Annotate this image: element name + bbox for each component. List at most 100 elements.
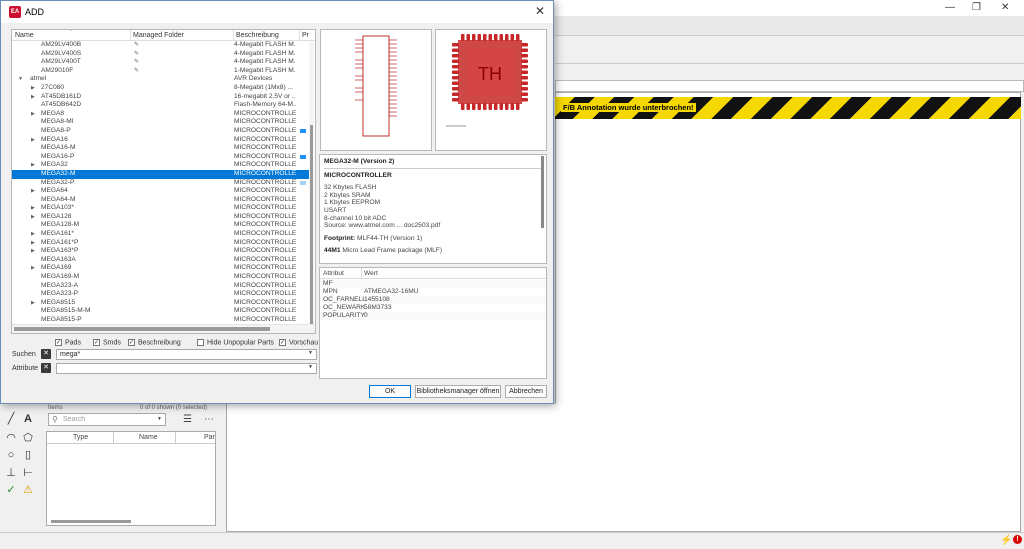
tree-row[interactable]: MEGA32-M MICROCONTROLLER (12, 169, 310, 179)
tree-row[interactable]: AM29LV400T ✎ 4-Megabit FLASH M... (12, 58, 310, 67)
tree-row[interactable]: MEGA323-A MICROCONTROLLER (12, 282, 310, 291)
collapsed-arrow-icon[interactable]: ▶ (31, 93, 35, 102)
attribute-input[interactable]: ▼ (56, 363, 317, 374)
minimize-button[interactable]: — (945, 2, 955, 13)
close-button[interactable]: ✕ (1001, 2, 1009, 13)
tree-row[interactable]: MEGA8515-M-M MICROCONTROLLER (12, 307, 310, 316)
tree-row[interactable]: ▶ MEGA128 MICROCONTROLLER (12, 213, 310, 222)
tree-row[interactable]: ▶ MEGA64 MICROCONTROLLER (12, 187, 310, 196)
text-tool-icon[interactable]: A (21, 412, 35, 426)
collapsed-arrow-icon[interactable]: ▶ (31, 84, 35, 93)
tree-row[interactable]: AT45DB642D Flash-Memory 64-M... (12, 101, 310, 110)
vorschau-checkbox[interactable]: ✓ Vorschau (279, 339, 318, 346)
tree-row[interactable]: MEGA16-P MICROCONTROLLER (12, 153, 310, 162)
list-view-icon[interactable]: ☰ (183, 414, 192, 425)
tree-row[interactable]: AM29LV400S ✎ 4-Megabit FLASH M... (12, 50, 310, 59)
tree-row[interactable]: ▼ atmel AVR Devices (12, 75, 310, 84)
col-type[interactable]: Type (73, 434, 88, 441)
open-library-manager-button[interactable]: Bibliotheksmanager öffnen (415, 385, 501, 398)
rectangle-tool-icon[interactable]: ▯ (21, 448, 35, 462)
beschreibung-checkbox[interactable]: ✓ Beschreibung (128, 339, 181, 346)
tree-row[interactable]: MEGA16-M MICROCONTROLLER (12, 144, 310, 153)
lightning-icon[interactable]: ⚡ (1000, 535, 1012, 546)
tree-row[interactable]: MEGA323-P MICROCONTROLLER (12, 290, 310, 299)
tree-row[interactable]: AM29010F ✎ 1-Megabit FLASH M... (12, 67, 310, 76)
clear-attribute-button[interactable]: ✕ (41, 363, 51, 373)
canvas-lower-part[interactable] (226, 404, 556, 532)
col-name-header[interactable]: Name (15, 32, 34, 39)
collapsed-arrow-icon[interactable]: ▶ (31, 136, 35, 145)
tree-row[interactable]: AM29LV400B ✎ 4-Megabit FLASH M... (12, 41, 310, 50)
tree-row[interactable]: ▶ MEGA32 MICROCONTROLLER (12, 161, 310, 170)
attribute-row[interactable]: OC_FARNELL 1455108 (320, 296, 546, 304)
collapsed-arrow-icon[interactable]: ▶ (31, 239, 35, 248)
polygon-tool-icon[interactable]: ⬠ (21, 431, 35, 445)
attribute-row[interactable]: MPN ATMEGA32-16MU (320, 288, 546, 296)
cancel-button[interactable]: Abbrechen (505, 385, 547, 398)
attribute-row[interactable]: OC_NEWARK 58M3733 (320, 304, 546, 312)
arc-tool-icon[interactable]: ◠ (4, 431, 18, 445)
app-combobox[interactable] (555, 80, 1024, 92)
collapsed-arrow-icon[interactable]: ▶ (31, 110, 35, 119)
more-icon[interactable]: ⋯ (204, 414, 214, 425)
tree-vscroll-thumb[interactable] (310, 125, 313, 333)
measure-tool-icon[interactable]: ⊢ (21, 466, 35, 480)
hide-unpopular-checkbox[interactable]: Hide Unpopular Parts (197, 339, 274, 346)
tree-row[interactable]: MEGA8-MI MICROCONTROLLER (12, 118, 310, 127)
col-name[interactable]: Name (139, 434, 158, 441)
tree-row[interactable]: MEGA163A MICROCONTROLLER (12, 256, 310, 265)
collapsed-arrow-icon[interactable]: ▶ (31, 230, 35, 239)
schematic-canvas[interactable] (555, 92, 1021, 532)
attr-key-header[interactable]: Attribut (323, 270, 344, 277)
line-tool-icon[interactable]: ╱ (4, 412, 18, 426)
tree-row[interactable]: MEGA32-P MICROCONTROLLER (12, 179, 310, 188)
col-par[interactable]: Par (204, 434, 215, 441)
tree-row[interactable]: ▶ MEGA161* MICROCONTROLLER (12, 230, 310, 239)
expanded-arrow-icon[interactable]: ▼ (18, 75, 23, 84)
chevron-down-icon[interactable]: ▼ (308, 364, 313, 370)
collapsed-arrow-icon[interactable]: ▶ (31, 204, 35, 213)
col-description-header[interactable]: Beschreibung (233, 30, 279, 41)
tree-row[interactable]: ▶ AT45DB161D 16-megabit 2.5V or ... (12, 93, 310, 102)
tree-row[interactable]: ▶ MEGA8515 MICROCONTROLLER (12, 299, 310, 308)
tree-row[interactable]: ▶ MEGA161*P MICROCONTROLLER (12, 239, 310, 248)
chevron-down-icon[interactable]: ▼ (308, 350, 313, 356)
collapsed-arrow-icon[interactable]: ▶ (31, 247, 35, 256)
dimension-tool-icon[interactable]: ⊥ (4, 466, 18, 480)
tree-hscroll-thumb[interactable] (14, 327, 270, 331)
collapsed-arrow-icon[interactable]: ▶ (31, 161, 35, 170)
tree-row[interactable]: ▶ MEGA16 MICROCONTROLLER (12, 136, 310, 145)
tree-row[interactable]: MEGA64-M MICROCONTROLLER (12, 196, 310, 205)
circle-tool-icon[interactable]: ○ (4, 448, 18, 462)
search-input[interactable]: mega* ▼ (56, 349, 317, 360)
error-icon[interactable]: ! (1013, 535, 1022, 544)
col-preview-header[interactable]: Pr (299, 30, 309, 41)
erc-check-icon[interactable]: ✓ (4, 483, 18, 497)
tree-row[interactable]: ▶ MEGA163*P MICROCONTROLLER (12, 247, 310, 256)
tree-row[interactable]: ▶ MEGA169 MICROCONTROLLER (12, 264, 310, 273)
ok-button[interactable]: OK (369, 385, 411, 398)
tree-row[interactable]: ▶ MEGA8 MICROCONTROLLER (12, 110, 310, 119)
smds-checkbox[interactable]: ✓ Smds (93, 339, 121, 346)
attribute-row[interactable]: MF (320, 280, 546, 288)
tree-row[interactable]: ▶ MEGA103* MICROCONTROLLER (12, 204, 310, 213)
attr-value-header[interactable]: Wert (364, 270, 378, 277)
description-scrollbar[interactable] (541, 156, 544, 228)
items-hscroll[interactable] (51, 520, 131, 523)
pads-checkbox[interactable]: ✓ Pads (55, 339, 81, 346)
collapsed-arrow-icon[interactable]: ▶ (31, 187, 35, 196)
collapsed-arrow-icon[interactable]: ▶ (31, 264, 35, 273)
dialog-close-button[interactable]: ✕ (535, 4, 545, 18)
tree-row[interactable]: ▶ 27C080 8-Megabit (1Mx8) ... (12, 84, 310, 93)
items-search-input[interactable]: ⚲ Search ▼ (48, 413, 166, 426)
tree-hscroll[interactable] (12, 324, 315, 333)
tree-row[interactable]: MEGA128-M MICROCONTROLLER (12, 221, 310, 230)
col-managed-folder-header[interactable]: Managed Folder (130, 30, 184, 41)
tree-row[interactable]: MEGA8-P MICROCONTROLLER (12, 127, 310, 136)
clear-search-button[interactable]: ✕ (41, 349, 51, 359)
tree-row[interactable]: MEGA169-M MICROCONTROLLER (12, 273, 310, 282)
maximize-button[interactable]: ❐ (972, 2, 981, 13)
warning-icon[interactable]: ⚠ (21, 483, 35, 497)
attribute-row[interactable]: POPULARITY 0 (320, 312, 546, 320)
collapsed-arrow-icon[interactable]: ▶ (31, 213, 35, 222)
